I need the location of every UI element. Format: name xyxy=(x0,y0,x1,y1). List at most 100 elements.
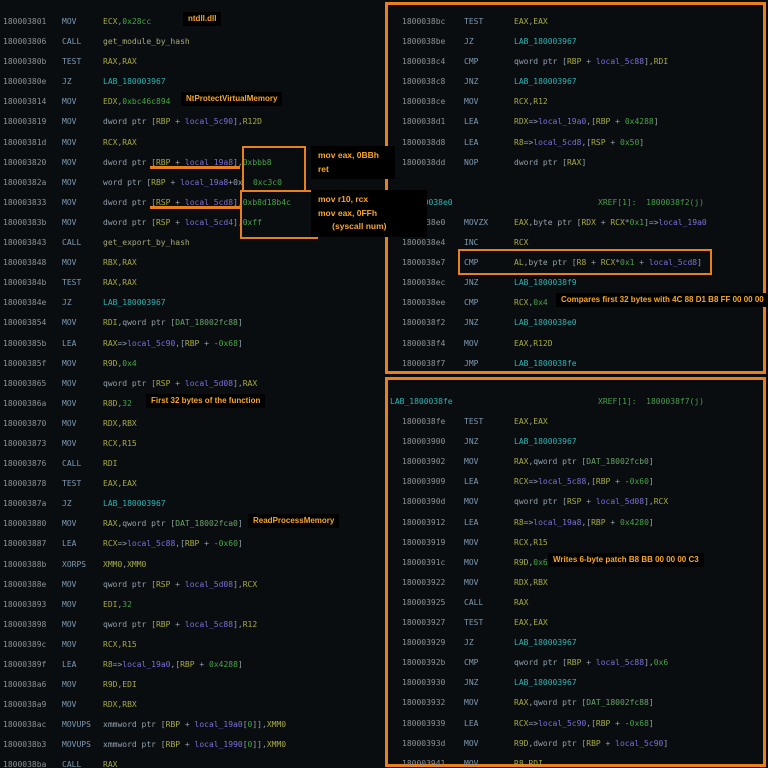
asm-line[interactable]: 18000385fMOVR9D,0x4 xyxy=(0,354,385,374)
asm-mnemonic: MOV xyxy=(464,734,478,754)
asm-line[interactable]: 180003814MOVEDX,0xbc46c894NtProtectVirtu… xyxy=(0,92,385,112)
asm-line[interactable]: 180003930JNZLAB_180003967 xyxy=(388,673,763,693)
asm-line[interactable]: 180003922MOVRDX,RBX xyxy=(388,573,763,593)
asm-line[interactable]: 180003939LEARCX=>local_5c90,[RBP + -0x68… xyxy=(388,714,763,734)
asm-line[interactable]: 1800038c8JNZLAB_180003967 xyxy=(388,72,763,92)
asm-line[interactable]: 18000380eJZLAB_180003967 xyxy=(0,72,385,92)
asm-line[interactable]: 180003865MOVqword ptr [RSP + local_5d08]… xyxy=(0,374,385,394)
asm-line[interactable]: 180003819MOVdword ptr [RBP + local_5c90]… xyxy=(0,112,385,132)
left-disassembly-listing: 180003801MOVECX,0x28ccntdll.dll180003806… xyxy=(0,12,385,768)
asm-mnemonic: CALL xyxy=(464,593,483,613)
asm-line[interactable]: 1800038f4MOVEAX,R12D xyxy=(388,334,763,354)
asm-line[interactable]: 1800038bcTESTEAX,EAX xyxy=(388,12,763,32)
asm-operands: RCX=>local_5c90,[RBP + -0x68] xyxy=(514,714,654,734)
asm-mnemonic: MOV xyxy=(62,12,76,32)
asm-line[interactable]: 18000384eJZLAB_180003967 xyxy=(0,293,385,313)
asm-line[interactable]: 1800038e0MOVZXEAX,byte ptr [RDX + RCX*0x… xyxy=(388,213,763,233)
asm-operands: R8=>local_19a0,[RBP + 0x4288] xyxy=(103,655,243,675)
asm-operands: get_export_by_hash xyxy=(103,233,190,253)
asm-mnemonic: MOV xyxy=(62,434,76,454)
asm-line[interactable]: 1800038d1LEARDX=>local_19a0,[RBP + 0x428… xyxy=(388,112,763,132)
asm-mnemonic: CMP xyxy=(464,253,478,273)
asm-operands: R9D,EDI xyxy=(103,675,137,695)
asm-line[interactable]: 180003932MOVRAX,qword ptr [DAT_18002fc88… xyxy=(388,693,763,713)
asm-line[interactable]: 180003925CALLRAX xyxy=(388,593,763,613)
asm-line[interactable]: 1800038f2JNZLAB_1800038e0 xyxy=(388,313,763,333)
asm-line[interactable]: 18000386aMOVR8D,32First 32 bytes of the … xyxy=(0,394,385,414)
asm-line[interactable]: 1800038c4CMPqword ptr [RBP + local_5c88]… xyxy=(388,52,763,72)
asm-line[interactable]: 18000380bTESTRAX,RAX xyxy=(0,52,385,72)
asm-line[interactable]: 180003806CALLget_module_by_hash xyxy=(0,32,385,52)
asm-line[interactable]: 18000390dMOVqword ptr [RSP + local_5d08]… xyxy=(388,492,763,512)
underline-local-5cd8 xyxy=(150,206,240,209)
asm-line[interactable]: 1800038feTESTEAX,EAX xyxy=(388,412,763,432)
asm-mnemonic: MOV xyxy=(464,92,478,112)
asm-line[interactable]: 1800038baCALLRAX xyxy=(0,755,385,768)
asm-line[interactable]: 180003878TESTEAX,EAX xyxy=(0,474,385,494)
asm-label-line[interactable]: LAB_1800038e0XREF[1]: 1800038f2(j) xyxy=(388,193,763,213)
asm-mnemonic: MOVZX xyxy=(464,213,488,233)
asm-line[interactable]: 180003801MOVECX,0x28ccntdll.dll xyxy=(0,12,385,32)
asm-mnemonic: CALL xyxy=(62,755,81,768)
asm-mnemonic: LEA xyxy=(464,513,478,533)
asm-line[interactable]: 180003887LEARCX=>local_5c88,[RBP + -0x60… xyxy=(0,534,385,554)
asm-address: 180003900 xyxy=(402,432,445,452)
asm-line[interactable]: 1800038e4INCRCX xyxy=(388,233,763,253)
asm-line[interactable]: 180003876CALLRDI xyxy=(0,454,385,474)
asm-address: 180003820 xyxy=(3,153,46,173)
asm-operands: RCX xyxy=(514,233,528,253)
asm-address: 1800038ee xyxy=(402,293,445,313)
asm-line[interactable]: 18000391cMOVR9D,0x6Writes 6-byte patch B… xyxy=(388,553,763,573)
asm-line[interactable]: 1800038b3MOVUPSxmmword ptr [RBP + local_… xyxy=(0,735,385,755)
asm-line[interactable]: 1800038beJZLAB_180003967 xyxy=(388,32,763,52)
asm-line[interactable]: 180003909LEARCX=>local_5c88,[RBP + -0x60… xyxy=(388,472,763,492)
asm-line[interactable]: 1800038d8LEAR8=>local_5cd8,[RSP + 0x50] xyxy=(388,133,763,153)
asm-line[interactable]: 180003929JZLAB_180003967 xyxy=(388,633,763,653)
asm-operands: EAX,EAX xyxy=(514,412,548,432)
asm-line[interactable]: 1800038acMOVUPSxmmword ptr [RBP + local_… xyxy=(0,715,385,735)
asm-address: 180003880 xyxy=(3,514,46,534)
asm-line[interactable]: 180003898MOVqword ptr [RBP + local_5c88]… xyxy=(0,615,385,635)
asm-line[interactable]: 18000388eMOVqword ptr [RSP + local_5d08]… xyxy=(0,575,385,595)
asm-line[interactable]: 180003941MOVR8,RDI xyxy=(388,754,763,768)
asm-line[interactable]: 180003854MOVRDI,qword ptr [DAT_18002fc88… xyxy=(0,313,385,333)
asm-line[interactable]: 180003870MOVRDX,RBX xyxy=(0,414,385,434)
asm-address: 180003898 xyxy=(3,615,46,635)
asm-line[interactable]: 180003880MOVRAX,qword ptr [DAT_18002fca0… xyxy=(0,514,385,534)
asm-line[interactable]: 1800038e7CMPAL,byte ptr [R8 + RCX*0x1 + … xyxy=(388,253,763,273)
asm-line[interactable]: 18000389cMOVRCX,R15 xyxy=(0,635,385,655)
asm-line[interactable]: 1800038ddNOPdword ptr [RAX] xyxy=(388,153,763,173)
asm-line[interactable]: 180003848MOVRBX,RAX xyxy=(0,253,385,273)
asm-line[interactable]: 180003902MOVRAX,qword ptr [DAT_18002fcb0… xyxy=(388,452,763,472)
asm-line[interactable]: 18000393dMOVR9D,dword ptr [RBP + local_5… xyxy=(388,734,763,754)
asm-mnemonic: MOV xyxy=(62,394,76,414)
asm-line[interactable]: 180003893MOVEDI,32 xyxy=(0,595,385,615)
asm-line[interactable]: 1800038ceMOVRCX,R12 xyxy=(388,92,763,112)
asm-mnemonic: TEST xyxy=(62,474,81,494)
asm-label-line[interactable]: LAB_1800038feXREF[1]: 1800038f7(j) xyxy=(388,392,763,412)
asm-line[interactable]: 18000384bTESTRAX,RAX xyxy=(0,273,385,293)
asm-line[interactable]: 180003912LEAR8=>local_19a8,[RBP + 0x4280… xyxy=(388,513,763,533)
asm-address: 1800038ba xyxy=(3,755,46,768)
asm-operands: RAX xyxy=(514,593,528,613)
asm-line[interactable]: 180003927TESTEAX,EAX xyxy=(388,613,763,633)
asm-operands: qword ptr [RBP + local_5c88],R12 xyxy=(103,615,257,635)
asm-mnemonic: MOV xyxy=(464,754,478,768)
asm-line[interactable]: 180003873MOVRCX,R15 xyxy=(0,434,385,454)
asm-line[interactable]: 1800038ecJNZLAB_1800038f9 xyxy=(388,273,763,293)
asm-address: 18000389f xyxy=(3,655,46,675)
asm-mnemonic: MOV xyxy=(62,695,76,715)
asm-line[interactable]: 18000385bLEARAX=>local_5c90,[RBP + -0x68… xyxy=(0,334,385,354)
asm-line[interactable]: 1800038a6MOVR9D,EDI xyxy=(0,675,385,695)
asm-line[interactable]: 18000387aJZLAB_180003967 xyxy=(0,494,385,514)
asm-line[interactable]: 18000388bXORPSXMM0,XMM0 xyxy=(0,555,385,575)
asm-operands: EAX,EAX xyxy=(514,613,548,633)
asm-line[interactable]: 1800038f7JMPLAB_1800038fe xyxy=(388,354,763,374)
asm-line[interactable]: 180003900JNZLAB_180003967 xyxy=(388,432,763,452)
asm-line[interactable]: 1800038a9MOVRDX,RBX xyxy=(0,695,385,715)
asm-operands: qword ptr [RBP + local_5c88],RDI xyxy=(514,52,668,72)
asm-line[interactable]: 180003919MOVRCX,R15 xyxy=(388,533,763,553)
asm-line[interactable]: 18000389fLEAR8=>local_19a0,[RBP + 0x4288… xyxy=(0,655,385,675)
asm-line[interactable]: 1800038eeCMPRCX,0x4Compares first 32 byt… xyxy=(388,293,763,313)
asm-line[interactable]: 18000392bCMPqword ptr [RBP + local_5c88]… xyxy=(388,653,763,673)
